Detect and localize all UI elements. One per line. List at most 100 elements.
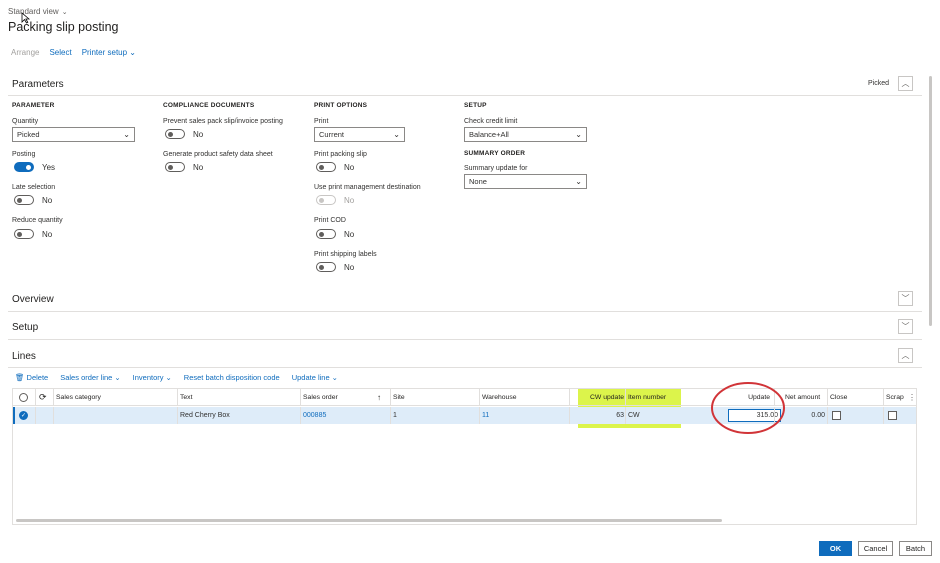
column-sales-category[interactable]: Sales category bbox=[56, 389, 101, 406]
summary-update-dropdown[interactable]: None ⌄ bbox=[464, 174, 587, 189]
compliance-heading: COMPLIANCE DOCUMENTS bbox=[163, 102, 255, 109]
view-selector[interactable]: Standard view ⌄ bbox=[8, 7, 68, 16]
print-shipping-labels-toggle[interactable] bbox=[316, 262, 336, 272]
chevron-down-icon: ⌄ bbox=[129, 48, 136, 57]
overview-header[interactable]: Overview bbox=[12, 294, 54, 305]
lines-header[interactable]: Lines bbox=[12, 351, 36, 362]
annotation-circle bbox=[711, 382, 785, 434]
use-print-mgmt-toggle-row: No bbox=[316, 195, 354, 205]
row-select-checkbox[interactable]: ✓ bbox=[19, 407, 28, 424]
use-print-mgmt-toggle[interactable] bbox=[316, 195, 336, 205]
print-shipping-labels-value: No bbox=[344, 262, 355, 272]
print-packing-slip-label: Print packing slip bbox=[314, 151, 367, 158]
reduce-quantity-toggle[interactable] bbox=[14, 229, 34, 239]
posting-toggle-row: Yes bbox=[14, 162, 55, 172]
more-options-icon[interactable]: ⋮ bbox=[908, 389, 916, 406]
column-separator bbox=[625, 389, 626, 406]
print-cod-toggle-row: No bbox=[316, 229, 354, 239]
column-separator bbox=[479, 389, 480, 406]
section-divider bbox=[8, 311, 922, 312]
column-scrap[interactable]: Scrap bbox=[886, 389, 904, 406]
prevent-posting-toggle-row: No bbox=[165, 129, 203, 139]
ok-button[interactable]: OK bbox=[819, 541, 852, 556]
parameters-header[interactable]: Parameters bbox=[12, 79, 64, 90]
print-cod-toggle[interactable] bbox=[316, 229, 336, 239]
select-button[interactable]: Select bbox=[49, 48, 71, 57]
printer-setup-label: Printer setup bbox=[81, 48, 128, 57]
scrap-checkbox[interactable] bbox=[888, 407, 897, 424]
reset-batch-button[interactable]: Reset batch disposition code bbox=[184, 373, 280, 382]
expand-overview-button[interactable]: ﹀ bbox=[898, 291, 913, 306]
posting-label: Posting bbox=[12, 151, 36, 158]
cell-net-amount[interactable]: 0.00 bbox=[785, 407, 825, 424]
posting-toggle[interactable] bbox=[14, 162, 34, 172]
cell-text[interactable]: Red Cherry Box bbox=[180, 407, 230, 424]
late-selection-label: Late selection bbox=[12, 184, 56, 191]
column-text[interactable]: Text bbox=[180, 389, 192, 406]
chevron-down-icon: ⌄ bbox=[114, 373, 121, 382]
column-separator bbox=[177, 389, 178, 406]
column-sales-order[interactable]: Sales order bbox=[303, 389, 338, 406]
setup-section-header[interactable]: Setup bbox=[12, 322, 38, 333]
lines-toolbar: 🗑 Delete Sales order line ⌄ Inventory ⌄ … bbox=[15, 373, 338, 382]
cell-warehouse[interactable]: 11 bbox=[482, 407, 489, 424]
late-selection-value: No bbox=[42, 195, 53, 205]
sales-order-line-menu[interactable]: Sales order line ⌄ bbox=[60, 373, 120, 382]
inventory-menu[interactable]: Inventory ⌄ bbox=[133, 373, 172, 382]
collapse-parameters-button[interactable]: ︿ bbox=[898, 76, 913, 91]
parameters-summary: Picked bbox=[868, 80, 890, 87]
use-print-mgmt-value: No bbox=[344, 195, 355, 205]
refresh-icon[interactable]: ⟳ bbox=[39, 389, 47, 406]
column-item-number[interactable]: Item number bbox=[628, 389, 666, 406]
close-checkbox[interactable] bbox=[832, 407, 841, 424]
column-separator bbox=[300, 389, 301, 406]
collapse-lines-button[interactable]: ︿ bbox=[898, 348, 913, 363]
posting-value: Yes bbox=[42, 162, 56, 172]
chevron-up-icon: ︿ bbox=[901, 79, 910, 88]
setup-heading: SETUP bbox=[464, 102, 487, 109]
select-all-checkbox[interactable] bbox=[19, 389, 28, 406]
print-packing-slip-toggle-row: No bbox=[316, 162, 354, 172]
printer-setup-menu[interactable]: Printer setup ⌄ bbox=[82, 48, 136, 57]
summary-update-value: None bbox=[469, 177, 487, 186]
checkbox-icon bbox=[832, 411, 841, 420]
column-net-amount[interactable]: Net amount bbox=[785, 389, 820, 406]
quantity-dropdown[interactable]: Picked ⌄ bbox=[12, 127, 135, 142]
update-line-menu[interactable]: Update line ⌄ bbox=[292, 373, 338, 382]
cell-sales-order[interactable]: 000885 bbox=[303, 407, 326, 424]
column-close[interactable]: Close bbox=[830, 389, 847, 406]
late-selection-toggle[interactable] bbox=[14, 195, 34, 205]
print-packing-slip-value: No bbox=[344, 162, 355, 172]
chevron-up-icon: ︿ bbox=[901, 351, 910, 360]
column-separator bbox=[625, 407, 626, 424]
column-site[interactable]: Site bbox=[393, 389, 405, 406]
batch-button[interactable]: Batch bbox=[899, 541, 932, 556]
chevron-down-icon: ⌄ bbox=[331, 373, 338, 382]
column-cw-update[interactable]: CW update bbox=[584, 389, 624, 406]
checkmark-icon: ✓ bbox=[19, 411, 28, 420]
cancel-button[interactable]: Cancel bbox=[858, 541, 893, 556]
expand-setup-button[interactable]: ﹀ bbox=[898, 319, 913, 334]
reduce-quantity-value: No bbox=[42, 229, 53, 239]
cell-cw-update[interactable]: 63 bbox=[584, 407, 624, 424]
column-separator bbox=[390, 407, 391, 424]
column-warehouse[interactable]: Warehouse bbox=[482, 389, 517, 406]
vertical-scrollbar[interactable] bbox=[929, 76, 932, 326]
print-packing-slip-toggle[interactable] bbox=[316, 162, 336, 172]
check-credit-dropdown[interactable]: Balance+All ⌄ bbox=[464, 127, 587, 142]
column-separator bbox=[827, 407, 828, 424]
column-separator bbox=[569, 389, 570, 406]
chevron-down-icon: ﹀ bbox=[901, 322, 910, 331]
generate-safety-sheet-toggle[interactable] bbox=[165, 162, 185, 172]
prevent-posting-toggle[interactable] bbox=[165, 129, 185, 139]
horizontal-scrollbar[interactable] bbox=[16, 519, 722, 522]
print-dropdown[interactable]: Current ⌄ bbox=[314, 127, 405, 142]
cell-site[interactable]: 1 bbox=[393, 407, 397, 424]
quantity-value: Picked bbox=[17, 130, 40, 139]
cell-item-number[interactable]: CW bbox=[628, 407, 640, 424]
column-separator bbox=[53, 389, 54, 406]
arrange-button[interactable]: Arrange bbox=[11, 48, 39, 57]
delete-button[interactable]: 🗑 Delete bbox=[15, 373, 48, 382]
column-separator bbox=[569, 407, 570, 424]
column-separator bbox=[479, 407, 480, 424]
